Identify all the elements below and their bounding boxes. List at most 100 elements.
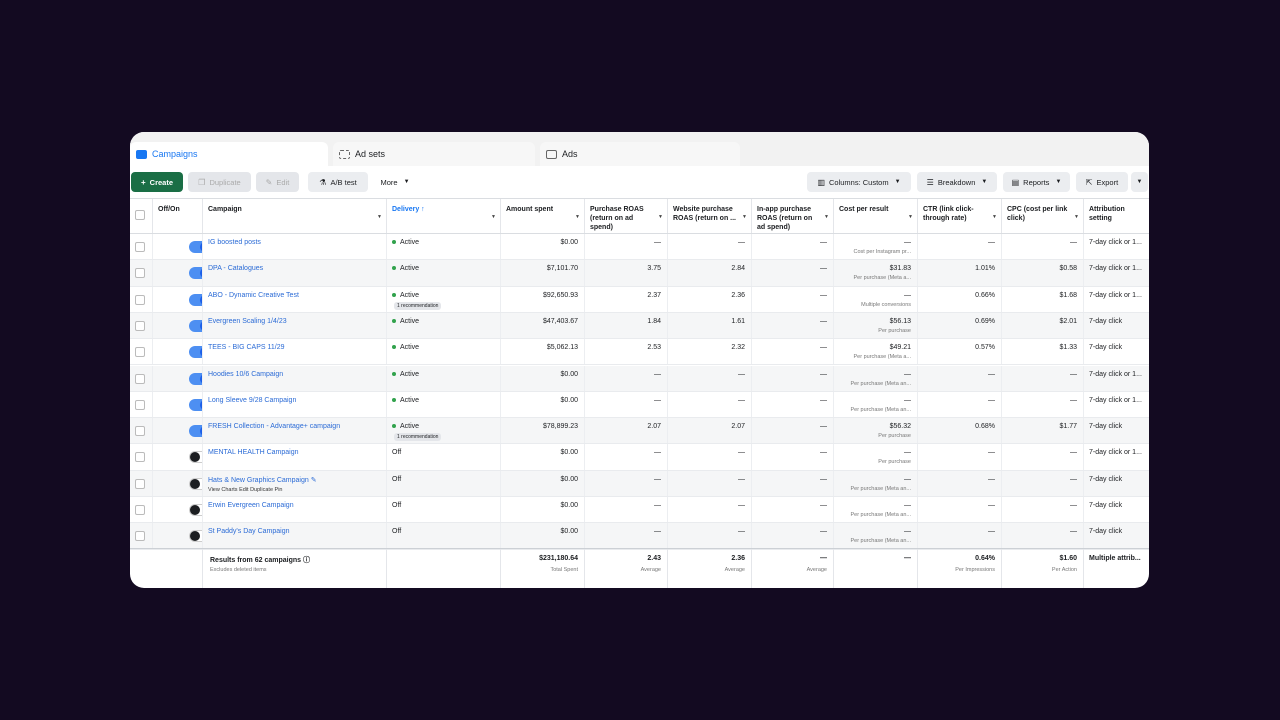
more-dropdown[interactable]: More ▼ bbox=[374, 172, 416, 192]
tab-ad-sets[interactable]: Ad sets bbox=[333, 142, 535, 166]
campaign-name-link[interactable]: Long Sleeve 9/28 Campaign bbox=[208, 397, 296, 404]
row-checkbox[interactable] bbox=[135, 268, 145, 279]
cell-wroas: 1.61 bbox=[668, 312, 752, 339]
cell-wroas: 2.32 bbox=[668, 339, 752, 365]
table-row[interactable]: Erwin Evergreen Campaign Off $0.00 — — — — Per … bbox=[130, 497, 1149, 524]
footer-amount-sub: Total Spent bbox=[550, 567, 578, 573]
table-row[interactable]: Hats & New Graphics Campaign ✎ View Chart… bbox=[130, 470, 1149, 497]
export-options-button[interactable]: ▼ bbox=[1131, 172, 1148, 192]
attribution-value: 7-day click bbox=[1089, 423, 1123, 431]
campaign-name-link[interactable]: ABO - Dynamic Creative Test bbox=[208, 292, 299, 299]
header-cpc[interactable]: CPC (cost per link click) ▼ bbox=[1002, 199, 1084, 233]
row-checkbox[interactable] bbox=[135, 399, 145, 410]
campaign-toggle[interactable] bbox=[189, 319, 202, 332]
tab-campaigns[interactable]: Campaigns bbox=[130, 142, 328, 166]
recommendation-badge[interactable]: 1 recommendation bbox=[394, 301, 442, 310]
cell-delivery: Active bbox=[387, 391, 501, 418]
cell-cpc: $2.01 bbox=[1002, 312, 1084, 339]
row-checkbox[interactable] bbox=[135, 242, 145, 252]
breakdown-dropdown[interactable]: ☰ Breakdown ▼ bbox=[917, 172, 997, 192]
campaign-name-link[interactable]: IG boosted posts bbox=[208, 239, 261, 246]
header-ctr[interactable]: CTR (link click-through rate) ▼ bbox=[918, 199, 1002, 233]
cell-name: FRESH Collection - Advantage+ campaign bbox=[203, 418, 387, 444]
table-row[interactable]: TEES - BIG CAPS 11/29 Active $5,062.13 2.53… bbox=[130, 339, 1149, 366]
ab-test-button[interactable]: ⚗ A/B test bbox=[308, 172, 368, 192]
campaign-name-link[interactable]: DPA - Catalogues bbox=[208, 265, 263, 272]
header-cost-per-result[interactable]: Cost per result ▼ bbox=[834, 199, 918, 233]
row-checkbox[interactable] bbox=[135, 320, 145, 331]
reports-dropdown[interactable]: ▤ Reports ▼ bbox=[1003, 172, 1070, 192]
header-attribution[interactable]: Attribution setting bbox=[1084, 199, 1149, 233]
campaign-name-link[interactable]: FRESH Collection - Advantage+ campaign bbox=[208, 423, 340, 430]
active-dot-icon bbox=[392, 292, 396, 297]
edit-button[interactable]: ✎ Edit bbox=[256, 172, 299, 192]
campaign-toggle[interactable] bbox=[189, 241, 202, 253]
table-row[interactable]: DPA - Catalogues Active $7,101.70 3.75 2.84 —… bbox=[130, 260, 1149, 287]
row-checkbox[interactable] bbox=[135, 505, 145, 515]
delivery-status: Off bbox=[392, 528, 402, 536]
tab-ads[interactable]: Ads bbox=[540, 142, 740, 166]
row-checkbox[interactable] bbox=[135, 373, 145, 384]
campaign-toggle[interactable] bbox=[189, 346, 202, 359]
header-purchase-roas[interactable]: Purchase ROAS (return on ad spend) ▼ bbox=[585, 199, 668, 233]
ctr-value: 1.01% bbox=[975, 265, 995, 273]
select-all-checkbox[interactable] bbox=[135, 210, 145, 220]
campaign-name-link[interactable]: Evergreen Scaling 1/4/23 bbox=[208, 318, 287, 325]
campaign-toggle[interactable] bbox=[189, 267, 202, 280]
table-row[interactable]: MENTAL HEALTH Campaign Off $0.00 — — — — Per pu… bbox=[130, 444, 1149, 471]
table-row[interactable]: FRESH Collection - Advantage+ campaign Ac… bbox=[130, 418, 1149, 445]
campaign-name-link[interactable]: Erwin Evergreen Campaign bbox=[208, 502, 294, 509]
campaign-name-link[interactable]: Hats & New Graphics Campaign ✎ bbox=[208, 476, 317, 484]
header-website-roas[interactable]: Website purchase ROAS (return on ... ▼ bbox=[668, 199, 752, 233]
row-hover-actions[interactable]: View Charts Edit Duplicate Pin bbox=[208, 487, 283, 493]
header-amount-spent[interactable]: Amount spent ▼ bbox=[501, 199, 585, 233]
row-checkbox[interactable] bbox=[135, 452, 145, 463]
table-row[interactable]: Evergreen Scaling 1/4/23 Active $47,403.67… bbox=[130, 312, 1149, 340]
cost-value: $49.21 bbox=[889, 344, 911, 352]
cell-ctr: — bbox=[918, 497, 1002, 523]
table-row[interactable]: ABO - Dynamic Creative Test Active 1 recom… bbox=[130, 286, 1149, 313]
row-checkbox[interactable] bbox=[135, 478, 145, 489]
header-campaign[interactable]: Campaign ▼ bbox=[203, 199, 387, 233]
header-delivery[interactable]: Delivery ↑ ▼ bbox=[387, 199, 501, 233]
campaign-toggle[interactable] bbox=[189, 372, 202, 385]
cell-chk bbox=[130, 391, 153, 418]
cell-chk bbox=[130, 339, 153, 365]
table-row[interactable]: Hoodies 10/6 Campaign Active $0.00 — — — — Per … bbox=[130, 365, 1149, 392]
cell-cpc: $1.68 bbox=[1002, 286, 1084, 312]
attribution-value: 7-day click or 1... bbox=[1089, 265, 1142, 273]
cell-proas: 2.53 bbox=[585, 339, 668, 365]
campaign-toggle[interactable] bbox=[189, 504, 202, 516]
campaign-toggle[interactable] bbox=[189, 398, 202, 411]
campaign-toggle[interactable] bbox=[189, 477, 202, 490]
recommendation-badge[interactable]: 1 recommendation bbox=[394, 433, 442, 442]
row-checkbox[interactable] bbox=[135, 531, 145, 542]
campaign-name-link[interactable]: TEES - BIG CAPS 11/29 bbox=[208, 344, 285, 351]
table-row[interactable]: Long Sleeve 9/28 Campaign Active $0.00— — — —… bbox=[130, 391, 1149, 419]
campaign-toggle[interactable] bbox=[189, 530, 202, 543]
campaign-toggle[interactable] bbox=[189, 293, 202, 306]
table-footer: Results from 62 campaigns ⓘ Excludes del… bbox=[130, 548, 1149, 588]
row-checkbox[interactable] bbox=[135, 347, 145, 358]
campaign-toggle[interactable] bbox=[189, 425, 202, 438]
create-button[interactable]: + Create bbox=[131, 172, 183, 192]
export-button[interactable]: ⇱ Export bbox=[1076, 172, 1128, 192]
cell-wroas: — bbox=[668, 365, 752, 391]
cost-subtext: Per purchase (Meta a... bbox=[853, 275, 911, 282]
columns-dropdown[interactable]: ▥ Columns: Custom ▼ bbox=[807, 172, 911, 192]
cell-tog bbox=[153, 444, 203, 470]
header-inapp-roas[interactable]: In-app purchase ROAS (return on ad spend… bbox=[752, 199, 834, 233]
campaign-name-link[interactable]: St Paddy's Day Campaign bbox=[208, 528, 290, 535]
row-checkbox[interactable] bbox=[135, 426, 145, 437]
table-row[interactable]: IG boosted posts Active $0.00 — — — — Cost per … bbox=[130, 234, 1149, 261]
cell-ctr: 0.66% bbox=[918, 286, 1002, 312]
campaign-name-link[interactable]: MENTAL HEALTH Campaign bbox=[208, 449, 299, 456]
cost-value: — bbox=[904, 449, 911, 457]
duplicate-button[interactable]: ❐ Duplicate bbox=[188, 172, 251, 192]
campaign-name-link[interactable]: Hoodies 10/6 Campaign bbox=[208, 371, 283, 378]
cell-tog bbox=[153, 260, 203, 286]
row-checkbox[interactable] bbox=[135, 294, 145, 305]
campaign-toggle[interactable] bbox=[189, 451, 202, 464]
table-row[interactable]: St Paddy's Day Campaign Off $0.00 — — — — Per p… bbox=[130, 523, 1149, 550]
active-dot-icon bbox=[392, 424, 396, 429]
